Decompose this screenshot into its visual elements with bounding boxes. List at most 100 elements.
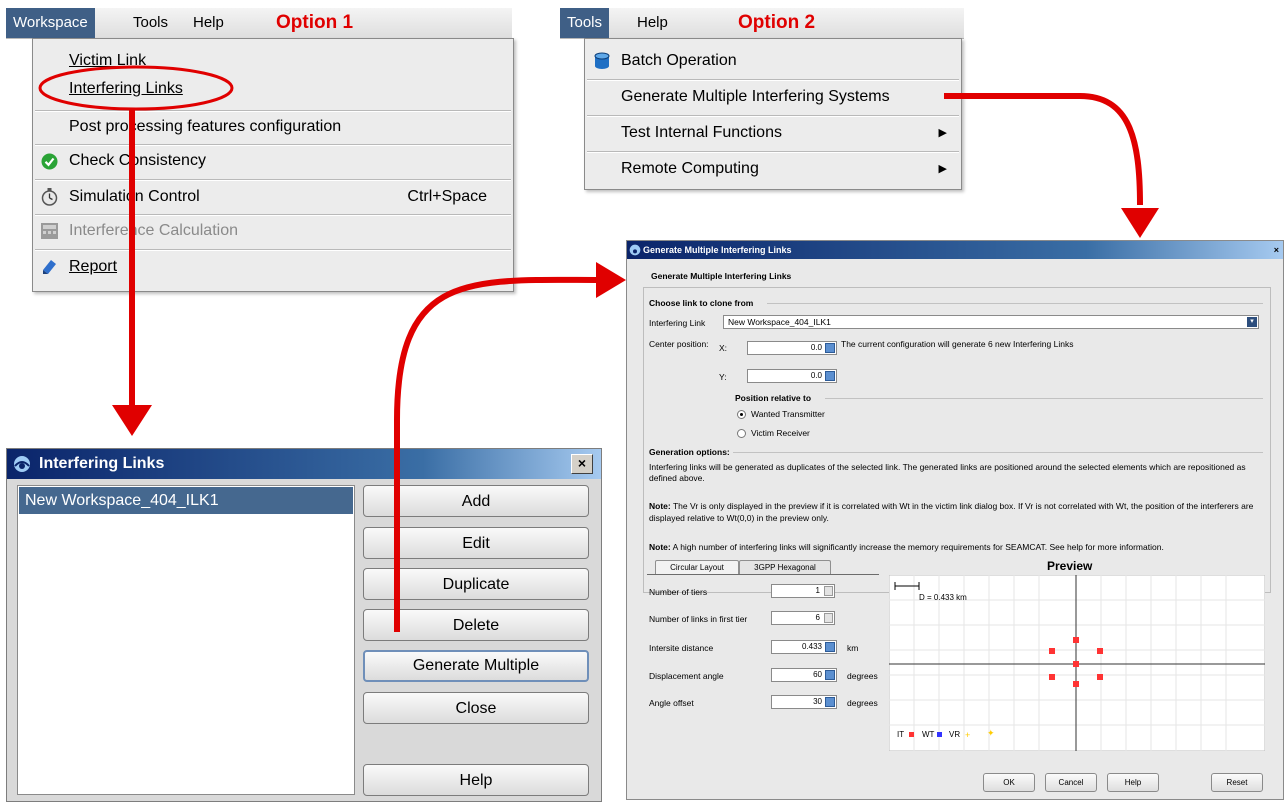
workspace-menubar: Workspace Tools Help Option 1 <box>6 8 512 39</box>
menu-item-report[interactable]: Report <box>33 251 513 283</box>
tiers-stepper[interactable]: 1 <box>771 584 835 598</box>
dialog-titlebar: Generate Multiple Interfering Links × <box>627 241 1283 259</box>
note-text: A high number of interfering links will … <box>672 542 1164 552</box>
report-icon <box>43 260 56 274</box>
dialog-title: Generate Multiple Interfering Links <box>643 245 792 255</box>
list-item[interactable]: New Workspace_404_ILK1 <box>19 487 353 514</box>
tiers-label: Number of tiers <box>649 587 708 597</box>
unit-label: degrees <box>847 671 878 681</box>
close-icon[interactable]: × <box>1274 241 1279 259</box>
preview-title: Preview <box>1047 559 1093 573</box>
interfering-links-list[interactable]: New Workspace_404_ILK1 <box>17 485 355 795</box>
delete-button[interactable]: Delete <box>363 609 589 641</box>
menu-item-interfering-links[interactable]: Interfering Links <box>33 73 513 105</box>
calculator-icon[interactable] <box>825 642 835 652</box>
it-marker <box>1049 674 1055 680</box>
menu-item-interference-calculation[interactable]: Interference Calculation <box>33 215 513 247</box>
divider <box>825 398 1263 399</box>
help-button[interactable]: Help <box>1107 773 1159 792</box>
radio-wanted-transmitter[interactable] <box>737 410 746 419</box>
menu-item-label: Generate Multiple Interfering Systems <box>621 88 890 105</box>
unit-label: degrees <box>847 698 878 708</box>
offset-input[interactable]: 30 <box>771 695 837 709</box>
spinner-icon[interactable] <box>824 613 833 623</box>
close-button[interactable]: Close <box>363 692 589 724</box>
menu-item-test-internal[interactable]: Test Internal Functions ▶ <box>585 117 961 149</box>
reset-button[interactable]: Reset <box>1211 773 1263 792</box>
interfering-link-select[interactable]: New Workspace_404_ILK1 ▾ <box>723 315 1259 329</box>
menu-item-label: Report <box>69 258 118 275</box>
menu-item-check-consistency[interactable]: Check Consistency <box>33 145 513 177</box>
links-first-tier-stepper[interactable]: 6 <box>771 611 835 625</box>
legend-wt-swatch <box>937 732 942 737</box>
menu-item-label: Remote Computing <box>621 160 759 177</box>
dialog-titlebar: Interfering Links × <box>7 449 601 479</box>
spinner-icon[interactable] <box>824 586 833 596</box>
arrow-head <box>1121 208 1159 238</box>
it-marker <box>1097 674 1103 680</box>
intersite-label: Intersite distance <box>649 643 714 653</box>
menu-tools[interactable]: Tools <box>560 8 610 38</box>
edit-button[interactable]: Edit <box>363 527 589 559</box>
interfering-links-dialog: Interfering Links × New Workspace_404_IL… <box>6 448 602 802</box>
calculator-icon[interactable] <box>825 371 835 381</box>
displacement-input[interactable]: 60 <box>771 668 837 682</box>
x-label: X: <box>719 343 728 353</box>
close-icon[interactable]: × <box>571 454 593 474</box>
help-button[interactable]: Help <box>363 764 589 796</box>
position-relative-heading: Position relative to <box>735 393 812 403</box>
menu-item-batch-operation[interactable]: Batch Operation <box>585 45 961 77</box>
menu-item-label: Batch Operation <box>621 52 737 69</box>
center-y-input[interactable]: 0.0 <box>747 369 837 383</box>
tab-underline <box>647 574 879 575</box>
stopwatch-icon <box>41 188 58 206</box>
menu-item-label: Interference Calculation <box>69 222 238 239</box>
generate-multiple-button[interactable]: Generate Multiple <box>363 650 589 682</box>
intersite-input[interactable]: 0.433 <box>771 640 837 654</box>
calculator-icon[interactable] <box>825 697 835 707</box>
add-button[interactable]: Add <box>363 485 589 517</box>
field-value: 60 <box>813 670 822 679</box>
option-2-label: Option 2 <box>738 12 816 33</box>
field-value: 0.433 <box>801 642 822 651</box>
app-icon <box>14 456 30 472</box>
radio-victim-receiver[interactable] <box>737 429 746 438</box>
menu-help[interactable]: Help <box>630 8 675 38</box>
it-marker <box>1073 661 1079 667</box>
menu-item-remote-computing[interactable]: Remote Computing ▶ <box>585 153 961 185</box>
menu-help[interactable]: Help <box>186 8 231 38</box>
displacement-label: Displacement angle <box>649 671 724 681</box>
menu-item-label: Test Internal Functions <box>621 124 782 141</box>
submenu-arrow-icon: ▶ <box>938 163 947 175</box>
y-label: Y: <box>719 372 727 382</box>
arrow-curve <box>944 93 1143 206</box>
menu-item-post-processing[interactable]: Post processing features configuration <box>33 111 513 143</box>
tab-3gpp-hexagonal[interactable]: 3GPP Hexagonal <box>739 560 831 575</box>
duplicate-button[interactable]: Duplicate <box>363 568 589 600</box>
chevron-down-icon[interactable]: ▾ <box>1247 317 1257 327</box>
legend-vr-label: VR <box>949 730 960 739</box>
arrow-head <box>596 262 626 298</box>
shortcut-label: Ctrl+Space <box>407 188 487 205</box>
menu-item-label: Interfering Links <box>69 80 183 97</box>
menu-item-simulation-control[interactable]: Simulation Control Ctrl+Space <box>33 181 513 213</box>
menu-item-generate-multiple[interactable]: Generate Multiple Interfering Systems <box>585 81 961 113</box>
calculator-icon[interactable] <box>825 670 835 680</box>
note-label: Note: <box>649 501 671 511</box>
menu-tools[interactable]: Tools <box>126 8 175 38</box>
field-value: 6 <box>815 613 820 622</box>
calculator-icon[interactable] <box>825 343 835 353</box>
center-x-input[interactable]: 0.0 <box>747 341 837 355</box>
generation-options-heading: Generation options: <box>649 447 730 457</box>
cancel-button[interactable]: Cancel <box>1045 773 1097 792</box>
config-note: The current configuration will generate … <box>841 339 1074 349</box>
ok-button[interactable]: OK <box>983 773 1035 792</box>
note-memory: Note: A high number of interfering links… <box>649 542 1271 552</box>
radio-label: Victim Receiver <box>751 428 810 438</box>
it-marker <box>1073 681 1079 687</box>
vr-marker: ✦ <box>987 728 995 738</box>
tab-circular-layout[interactable]: Circular Layout <box>655 560 739 575</box>
legend-vr-swatch: + <box>965 730 970 740</box>
menu-workspace[interactable]: Workspace <box>6 8 95 38</box>
divider <box>733 452 1263 453</box>
